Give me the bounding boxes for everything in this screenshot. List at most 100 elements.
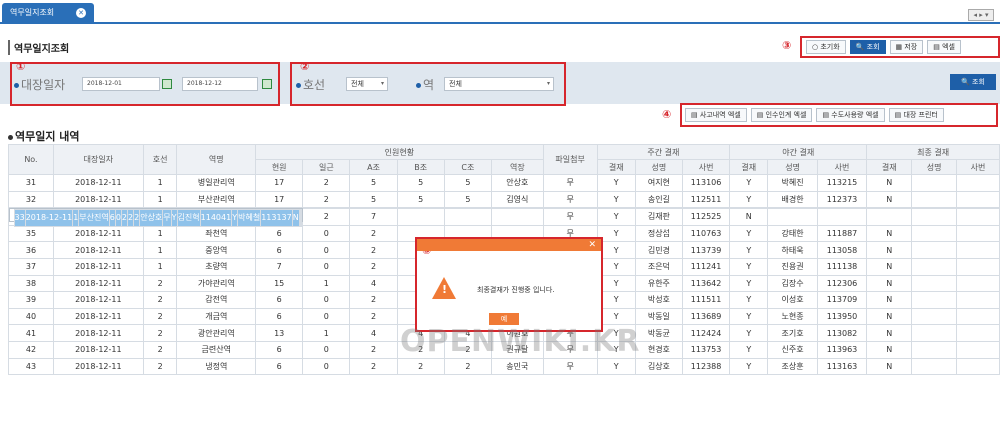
page-title: 역무일지조회 [8, 40, 69, 55]
line-select[interactable]: 전체 ▾ [346, 77, 388, 91]
table-cell: 7 [349, 208, 398, 226]
col-header[interactable]: 파일첨부 [542, 144, 598, 175]
col-subheader[interactable]: 결재 [866, 159, 913, 175]
table-cell: 금련산역 [176, 340, 257, 359]
table-cell [911, 257, 958, 276]
col-header[interactable]: 대장일자 [52, 144, 144, 175]
close-icon[interactable]: ✕ [76, 8, 86, 18]
table-cell: 조은덕 [634, 257, 683, 276]
col-subheader[interactable]: 일근 [302, 159, 351, 175]
table-cell: 5 [349, 190, 398, 209]
table-cell: 4 [349, 324, 398, 342]
table-cell [956, 241, 1000, 259]
col-header[interactable]: 호선 [142, 144, 178, 175]
table-cell: 0 [302, 241, 351, 259]
table-cell: 2018-12-11 [52, 224, 144, 243]
col-subheader[interactable]: B조 [396, 159, 445, 175]
dialog-header: ✕ [417, 239, 601, 251]
col-subheader[interactable]: C조 [443, 159, 492, 175]
ledger-print-button[interactable]: ▤ 대장 프린터 [888, 108, 944, 122]
table-cell: 6 [255, 224, 304, 243]
table-cell: 부산관리역 [176, 190, 257, 209]
col-subheader[interactable]: 사번 [956, 159, 1000, 175]
table-cell: 2 [142, 357, 178, 376]
table-cell: 2 [349, 291, 398, 309]
table-row[interactable]: 33 2018-12-11 1 부산진역 6 0 2 2 2 안상호 무 Y 김진혁 114041 Y 박혜철… [8, 208, 303, 227]
table-cell: N [866, 357, 913, 376]
calendar-icon[interactable] [162, 79, 172, 89]
table-row[interactable]: 32 2018-12-11 1 부산관리역 17 2 5 5 5 김영식 무 Y 송인길 112511 Y 배… [8, 190, 1000, 209]
col-subheader[interactable]: A조 [349, 159, 398, 175]
reset-button[interactable]: ○ 초기화 [806, 40, 846, 54]
col-subheader[interactable]: 사번 [681, 159, 731, 175]
line-label: 호선 [303, 78, 326, 92]
col-subheader[interactable]: 역장 [490, 159, 544, 175]
table-cell: 진용권 [767, 257, 818, 276]
table-cell: 13 [255, 324, 304, 342]
table-cell: 2 [302, 190, 351, 209]
table-cell: Y [596, 357, 636, 376]
table-cell: 2 [396, 357, 445, 376]
panel-search-button[interactable]: 🔍 조회 [950, 74, 996, 90]
chevron-down-icon: ▾ [546, 80, 550, 87]
confirm-dialog: ③ ✕ ! 최종결재가 진행중 입니다. 예 [415, 237, 603, 332]
table-cell: Y [596, 190, 636, 209]
table-cell: 2 [349, 340, 398, 359]
table-row[interactable]: 31 2018-12-11 1 병일관리역 17 2 5 5 5 안상호 무 Y 여지현 113106 Y 박… [8, 174, 1000, 192]
table-cell [911, 291, 958, 309]
table-cell [956, 324, 1000, 342]
table-cell: N [866, 324, 913, 342]
tab-nav-arrows-icon[interactable]: ◂ ▸ ▾ [968, 9, 994, 21]
tab-label: 역무일지조회 [10, 8, 55, 17]
table-cell: N [866, 291, 913, 309]
table-cell: 김상호 [634, 357, 683, 376]
save-button[interactable]: ▦ 저장 [889, 40, 924, 54]
table-cell: 노현종 [767, 307, 818, 326]
table-cell: N [291, 209, 300, 227]
table-cell: N [729, 208, 769, 226]
close-icon[interactable]: ✕ [588, 239, 596, 251]
table-cell [911, 241, 958, 259]
accident-excel-button[interactable]: ▤ 사고내역 엑셀 [685, 108, 747, 122]
col-subheader[interactable]: 현원 [255, 159, 304, 175]
table-cell: N [866, 241, 913, 259]
col-header[interactable]: 역명 [176, 144, 257, 175]
table-cell: 김장수 [767, 274, 818, 293]
table-row[interactable]: 43 2018-12-11 2 냉정역 6 0 2 2 2 송민국 무 Y 김상호 112388 Y 조상훈 1… [8, 357, 1000, 376]
table-cell: 안상호 [139, 209, 164, 227]
excel-button[interactable]: ▤ 엑셀 [927, 40, 961, 54]
table-cell: 2 [443, 357, 492, 376]
marker-1: ① [16, 60, 26, 73]
water-usage-excel-button[interactable]: ▤ 수도사용량 엑셀 [816, 108, 885, 122]
table-cell: 안상호 [490, 174, 544, 192]
col-header[interactable]: No. [8, 144, 54, 175]
col-subheader[interactable]: 결재 [596, 159, 636, 175]
col-subheader[interactable]: 성명 [911, 159, 958, 175]
bullet-icon [296, 83, 301, 88]
station-select[interactable]: 전체 ▾ [444, 77, 554, 91]
handover-excel-button[interactable]: ▤ 인수인계 엑셀 [750, 108, 813, 122]
table-cell: 2018-12-11 [52, 174, 144, 192]
col-group-header: 주간 결재 [596, 144, 731, 160]
table-cell: 38 [8, 274, 54, 293]
col-subheader[interactable]: 성명 [634, 159, 683, 175]
table-cell: 6 [255, 357, 304, 376]
date-to-input[interactable]: 2018-12-12 [182, 77, 258, 91]
search-button[interactable]: 🔍 조회 [849, 40, 886, 54]
table-cell [956, 190, 1000, 209]
date-from-input[interactable]: 2018-12-01 [82, 77, 160, 91]
table-cell: 2 [349, 357, 398, 376]
marker-4: ④ [662, 108, 672, 121]
tab-station-log[interactable]: 역무일지조회 ✕ [2, 3, 94, 22]
table-cell: 113137 [260, 209, 293, 227]
col-subheader[interactable]: 사번 [816, 159, 868, 175]
excel-button-group: ▤ 사고내역 엑셀 ▤ 인수인계 엑셀 ▤ 수도사용량 엑셀 ▤ 대장 프린터 [680, 103, 998, 127]
table-cell: 2018-12-11 [52, 340, 144, 359]
calendar-icon[interactable] [262, 79, 272, 89]
bullet-icon [8, 134, 13, 140]
table-cell: 2018-12-11 [52, 257, 144, 276]
table-cell: 5 [443, 174, 492, 192]
col-subheader[interactable]: 성명 [767, 159, 818, 175]
table-cell: 2018-12-11 [52, 324, 144, 342]
col-subheader[interactable]: 결재 [729, 159, 769, 175]
